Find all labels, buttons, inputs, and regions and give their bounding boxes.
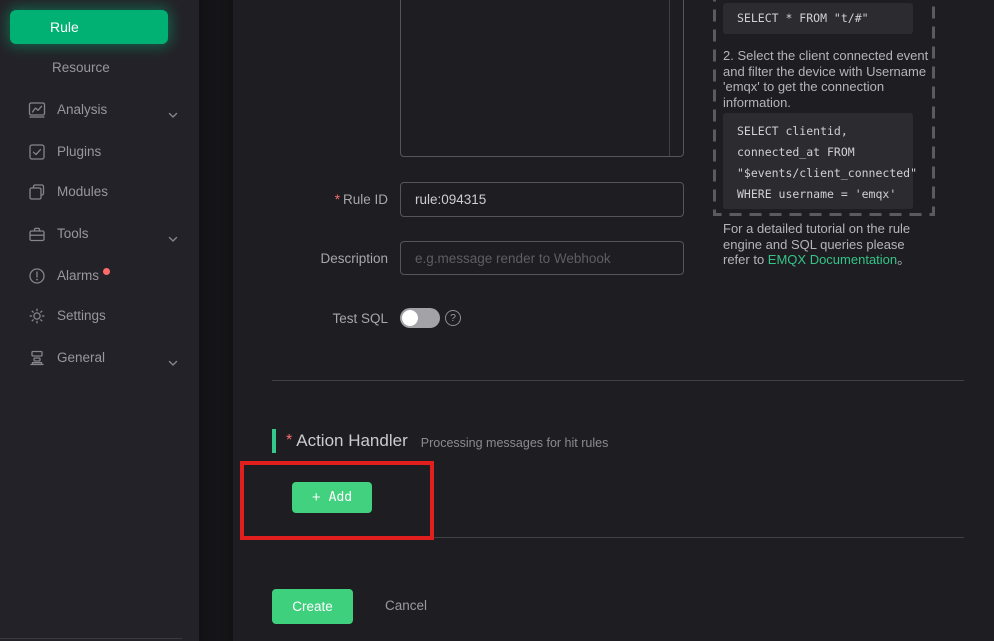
editor-scrollbar[interactable] (669, 0, 670, 156)
test-sql-toggle[interactable] (400, 308, 440, 328)
sidebar-item-alarms[interactable]: Alarms (0, 264, 199, 288)
action-handler-title: Action Handler (296, 431, 408, 451)
briefcase-icon (28, 225, 46, 243)
section-divider (272, 537, 964, 538)
help-step2-text: 2. Select the client connected event and… (723, 48, 929, 110)
rule-id-input[interactable] (400, 182, 684, 217)
plus-icon: + (312, 489, 321, 506)
chevron-down-icon (167, 105, 179, 117)
sql-example-client-connected: SELECT clientid, connected_at FROM "$eve… (723, 113, 913, 209)
chevron-down-icon (167, 353, 179, 365)
required-asterisk: * (335, 192, 340, 207)
description-input[interactable] (400, 241, 684, 275)
rule-form: *Rule ID Description Test SQL ? * Action… (233, 0, 994, 641)
add-action-button[interactable]: + Add (292, 482, 372, 513)
sidebar: Rule Resource Analysis (0, 0, 199, 641)
question-mark-icon[interactable]: ? (445, 310, 461, 326)
help-tutorial-text: For a detailed tutorial on the rule engi… (723, 221, 929, 268)
chevron-down-icon (167, 229, 179, 241)
toggle-knob (402, 310, 418, 326)
test-sql-label: Test SQL (233, 311, 388, 326)
rule-id-label: *Rule ID (233, 192, 388, 207)
emqx-documentation-link[interactable]: EMQX Documentation (768, 252, 897, 267)
section-divider (272, 380, 964, 381)
alert-circle-icon (28, 267, 46, 285)
action-handler-header: * Action Handler Processing messages for… (272, 428, 608, 454)
chart-icon (28, 101, 46, 119)
alarm-badge (103, 268, 110, 275)
required-asterisk: * (286, 432, 292, 450)
action-handler-hint: Processing messages for hit rules (421, 436, 609, 450)
sidebar-item-analysis[interactable]: Analysis (0, 98, 199, 122)
emqx-rule-create-page: Rule Resource Analysis (0, 0, 994, 641)
gear-icon (28, 307, 46, 325)
cancel-button[interactable]: Cancel (385, 598, 427, 613)
sql-example-basic: SELECT * FROM "t/#" (723, 3, 913, 34)
sql-editor-textarea[interactable] (400, 0, 684, 157)
checkbox-icon (28, 143, 46, 161)
sidebar-item-rule[interactable]: Rule (10, 10, 168, 44)
sidebar-shadow-gutter (199, 0, 233, 641)
sidebar-footer-divider (0, 638, 182, 639)
description-label: Description (233, 251, 388, 266)
sidebar-item-general[interactable]: General (0, 346, 199, 370)
sidebar-item-plugins[interactable]: Plugins (0, 140, 199, 164)
sitemap-icon (28, 349, 46, 367)
create-button[interactable]: Create (272, 589, 353, 624)
sidebar-item-tools[interactable]: Tools (0, 222, 199, 246)
sidebar-item-settings[interactable]: Settings (0, 304, 199, 328)
copy-icon (28, 183, 46, 201)
section-accent-bar (272, 429, 276, 453)
sidebar-item-modules[interactable]: Modules (0, 180, 199, 204)
sidebar-item-resource[interactable]: Resource (0, 56, 199, 80)
